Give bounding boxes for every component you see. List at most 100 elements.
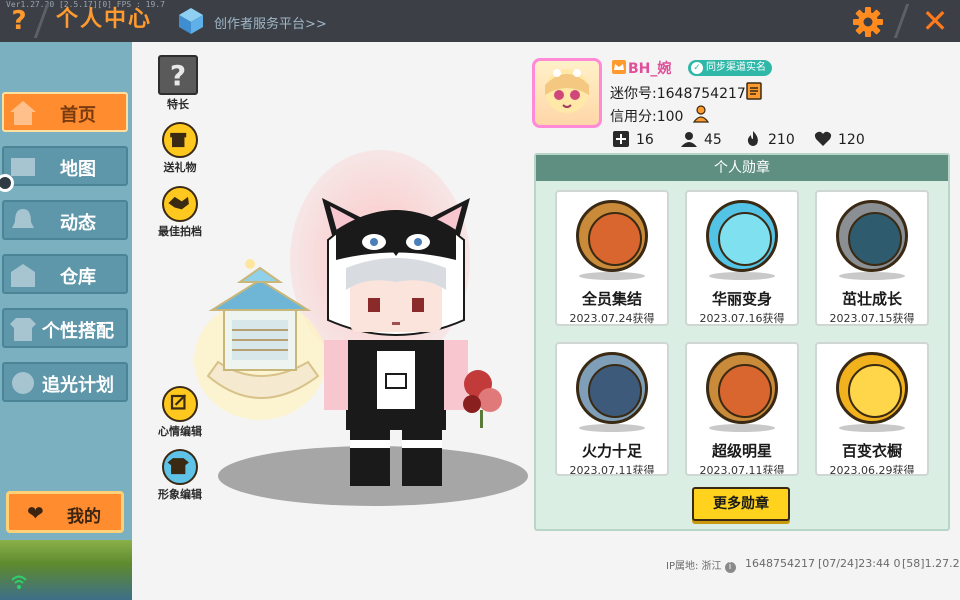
medal-icon <box>706 352 778 424</box>
flower-bouquet-image <box>463 370 502 428</box>
medal-card[interactable]: 超级明星 2023.07.11获得 <box>685 342 799 476</box>
question-icon: ? <box>158 55 198 95</box>
medal-date: 2023.07.16获得 <box>699 312 785 325</box>
close-icon[interactable]: ✕ <box>918 4 952 38</box>
ip-location-label: IP属地: 浙江 <box>666 561 722 572</box>
info-icon: i <box>724 562 736 573</box>
stat-value: 45 <box>704 132 722 148</box>
plus-icon <box>613 131 629 147</box>
help-icon[interactable]: ? <box>4 6 34 36</box>
bell-icon <box>12 209 34 228</box>
sidebar-item-feed[interactable]: 动态 <box>2 200 128 240</box>
stat-value: 120 <box>838 132 865 148</box>
footer-timestamp: [07/24]23:44 0 <box>818 557 901 570</box>
medal-base <box>709 424 775 432</box>
mine-button[interactable]: ❤ 我的 <box>6 491 124 533</box>
look-edit-label: 形象编辑 <box>158 488 202 501</box>
sidebar-item-label: 追光计划 <box>42 375 114 396</box>
gift-label: 送礼物 <box>163 161 197 174</box>
divider <box>33 4 50 38</box>
medal-name: 全员集结 <box>581 290 642 308</box>
credit-score: 信用分:100 <box>610 109 684 125</box>
gift-icon <box>162 122 198 158</box>
medal-icon <box>836 352 908 424</box>
medal-date: 2023.07.24获得 <box>569 312 655 325</box>
medal-name: 百变衣橱 <box>841 442 902 460</box>
sidebar-item-spotlight[interactable]: 追光计划 <box>2 362 128 402</box>
gift-button[interactable]: 送礼物 <box>154 122 206 175</box>
copy-icon[interactable] <box>746 82 762 100</box>
medal-base <box>839 424 905 432</box>
creator-platform-link[interactable]: 创作者服务平台>> <box>214 13 327 32</box>
sidebar-item-home[interactable]: 首页 <box>2 92 128 132</box>
scroll-indicator[interactable] <box>0 174 14 192</box>
medal-card[interactable]: 百变衣橱 2023.06.29获得 <box>815 342 929 476</box>
medal-icon <box>576 352 648 424</box>
stat-value: 210 <box>768 132 795 148</box>
stat-item: 45 <box>680 131 722 148</box>
creator-cube-icon[interactable] <box>178 7 204 35</box>
medal-base <box>579 424 645 432</box>
medal-name: 华丽变身 <box>711 290 772 308</box>
footer-version: [58]1.27.20 <box>902 557 960 570</box>
look-edit-button[interactable]: 形象编辑 <box>154 449 206 502</box>
specialty-button[interactable]: ? 特长 <box>152 55 204 112</box>
pagoda-pet-image <box>194 259 326 420</box>
flame-icon <box>747 131 758 146</box>
realname-label: 同步渠道实名 <box>706 62 766 73</box>
page-title: 个人中心 <box>56 7 153 32</box>
grass-decoration <box>0 540 132 600</box>
sidebar-item-label: 首页 <box>60 105 96 126</box>
gear-icon[interactable] <box>852 6 884 38</box>
medal-card[interactable]: 茁壮成长 2023.07.15获得 <box>815 190 929 326</box>
medal-icon <box>706 200 778 272</box>
house-icon <box>10 101 36 125</box>
ip-location[interactable]: IP属地: 浙江 i <box>666 557 736 573</box>
username: BH_婉 <box>628 61 672 77</box>
sidebar-item-warehouse[interactable]: 仓库 <box>2 254 128 294</box>
specialty-label: 特长 <box>167 98 189 111</box>
medal-name: 火力十足 <box>581 442 642 460</box>
medal-base <box>839 272 905 280</box>
avatar[interactable] <box>532 58 602 128</box>
divider <box>893 4 910 38</box>
warehouse-icon <box>11 264 35 287</box>
sidebar-item-label: 个性搭配 <box>42 321 114 342</box>
medal-card[interactable]: 火力十足 2023.07.11获得 <box>555 342 669 476</box>
medal-card[interactable]: 华丽变身 2023.07.16获得 <box>685 190 799 326</box>
mine-button-label: 我的 <box>67 507 101 527</box>
footer-uid: 1648754217 <box>745 557 815 570</box>
mini-id: 迷你号:1648754217 <box>610 86 746 102</box>
medal-date: 2023.07.11获得 <box>569 464 655 476</box>
shirt-icon <box>162 449 198 485</box>
medal-base <box>709 272 775 280</box>
sidebar-item-map[interactable]: 地图 <box>2 146 128 186</box>
medal-icon <box>576 200 648 272</box>
realname-badge[interactable]: ✓ 同步渠道实名 <box>688 60 772 76</box>
medal-date: 2023.07.15获得 <box>829 312 915 325</box>
sidebar-item-outfit[interactable]: 个性搭配 <box>2 308 128 348</box>
sidebar-item-label: 动态 <box>60 213 96 234</box>
wifi-icon <box>11 575 27 589</box>
vip-crown-icon <box>612 60 626 74</box>
stat-item: 120 <box>814 131 865 148</box>
credit-user-icon[interactable] <box>692 104 712 124</box>
outfit-icon <box>10 318 36 341</box>
handshake-icon <box>162 186 198 222</box>
partner-label: 最佳拍档 <box>158 225 202 238</box>
more-medals-button[interactable]: 更多勋章 <box>692 487 790 521</box>
sidebar-item-label: 仓库 <box>60 267 96 288</box>
heart-icon: ❤ <box>27 501 44 525</box>
medal-name: 茁壮成长 <box>841 290 902 308</box>
top-bar: Ver1.27.20 [2.5.17][0] FPS : 19.7 ? 个人中心… <box>0 0 960 42</box>
partner-button[interactable]: 最佳拍档 <box>154 186 206 239</box>
medal-card[interactable]: 全员集结 2023.07.24获得 <box>555 190 669 326</box>
check-icon: ✓ <box>691 62 703 74</box>
medal-base <box>579 272 645 280</box>
heart-icon <box>814 131 832 146</box>
stat-item: 16 <box>612 131 654 148</box>
medal-name: 超级明星 <box>711 442 772 460</box>
fans-icon <box>681 132 697 147</box>
character-avatar-image <box>322 198 470 486</box>
stat-item: 210 <box>744 131 795 148</box>
